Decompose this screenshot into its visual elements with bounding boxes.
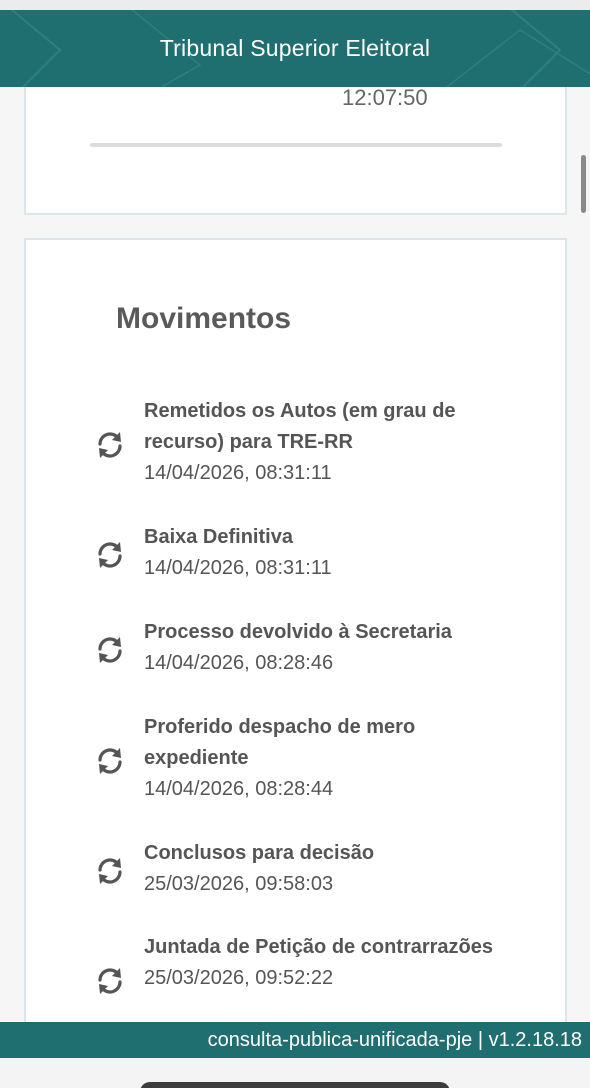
footer-version: consulta-publica-unificada-pje | v1.2.18… [0,1022,590,1058]
movement-date: 25/03/2026, 09:52:22 [144,967,334,989]
movement-title: Processo devolvido à Secretaria [144,621,452,643]
previous-card-time: 12:07:50 [342,85,428,110]
movement-date: 25/03/2026, 09:58:03 [144,873,334,895]
section-title: Movimentos [116,302,292,335]
divider [90,143,502,147]
app-header: Tribunal Superior Eleitoral [0,10,590,87]
sync-icon [98,858,122,884]
movement-title: Remetidos os Autos (em grau de recurso) … [144,400,456,453]
sync-icon [98,968,122,994]
page-title: Tribunal Superior Eleitoral [159,35,431,61]
previous-card: 12:07:50 [24,85,567,215]
movement-title: Baixa Definitiva [144,526,293,548]
movement-title: Juntada de Petição de contrarrazões [144,936,494,958]
sync-icon [98,542,122,568]
movimentos-card: Movimentos Remetidos os Autos (em grau d… [24,238,567,1038]
sync-icon [98,748,122,774]
movement-title: Proferido despacho de mero expediente [144,716,416,769]
scrollbar-thumb[interactable] [581,155,586,213]
status-strip [0,0,590,10]
movement-date: 14/04/2026, 08:28:46 [144,652,334,674]
movement-date: 14/04/2026, 08:28:44 [144,778,334,800]
movement-date: 14/04/2026, 08:31:11 [144,462,332,484]
movement-date: 14/04/2026, 08:31:11 [144,557,332,579]
sync-icon [98,432,122,458]
sync-icon [98,637,122,663]
home-indicator[interactable] [140,1082,450,1088]
movement-title: Conclusos para decisão [144,842,375,864]
screen: Tribunal Superior Eleitoral 12:07:50 Mov… [0,0,590,1088]
